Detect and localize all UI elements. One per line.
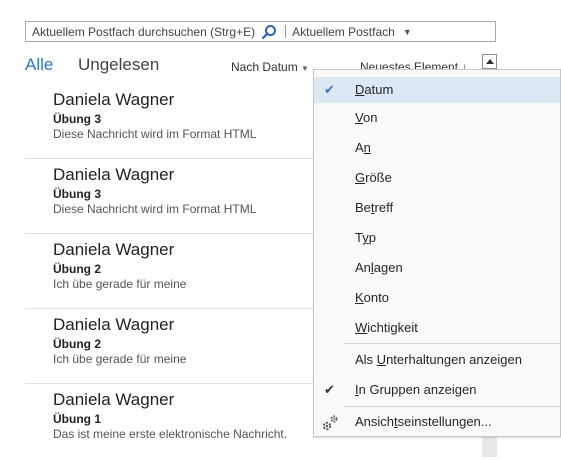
search-box[interactable]: Aktuellem Postfach durchsuchen (Strg+E) … bbox=[25, 21, 496, 42]
message-preview: Diese Nachricht wird im Format HTML bbox=[53, 127, 257, 141]
menu-separator bbox=[344, 406, 560, 407]
message-subject: Übung 1 bbox=[53, 412, 101, 426]
menu-item-betreff[interactable]: Betreff bbox=[314, 195, 560, 221]
message-sender: Daniela Wagner bbox=[53, 240, 175, 259]
menu-item-konto[interactable]: Konto bbox=[314, 285, 560, 311]
menu-item-anlagen[interactable]: Anlagen bbox=[314, 255, 560, 281]
message-preview: Diese Nachricht wird im Format HTML bbox=[53, 202, 257, 216]
message-subject: Übung 2 bbox=[53, 262, 101, 276]
menu-item-typ[interactable]: Typ bbox=[314, 225, 560, 251]
message-subject: Übung 3 bbox=[53, 112, 101, 126]
search-input[interactable]: Aktuellem Postfach durchsuchen (Strg+E) bbox=[26, 25, 255, 39]
sort-by-dropdown[interactable]: Nach Datum ▼ bbox=[231, 60, 309, 74]
message-preview: Ich übe gerade für meine bbox=[53, 352, 187, 366]
sort-menu: ✔ Datum Von An Größe Betreff Typ Anlagen… bbox=[313, 69, 561, 437]
check-icon: ✔ bbox=[324, 382, 335, 397]
menu-item-datum[interactable]: ✔ Datum bbox=[314, 77, 560, 103]
search-separator bbox=[285, 25, 287, 38]
filter-all-tab[interactable]: Alle bbox=[25, 55, 53, 75]
message-preview: Das ist meine erste elektronische Nachri… bbox=[53, 427, 288, 441]
chevron-down-icon[interactable]: ▼ bbox=[403, 27, 412, 37]
menu-item-show-as-conversations[interactable]: Als Unterhaltungen anzeigen bbox=[314, 347, 560, 373]
check-icon: ✔ bbox=[324, 82, 335, 97]
menu-item-von[interactable]: Von bbox=[314, 105, 560, 131]
search-scope-dropdown[interactable]: Aktuellem Postfach bbox=[292, 25, 395, 39]
view-settings-icon bbox=[320, 413, 340, 433]
message-sender: Daniela Wagner bbox=[53, 390, 175, 409]
message-subject: Übung 3 bbox=[53, 187, 101, 201]
message-preview: Ich übe gerade für meine bbox=[53, 277, 187, 291]
message-subject: Übung 2 bbox=[53, 337, 101, 351]
menu-item-an[interactable]: An bbox=[314, 135, 560, 161]
menu-item-wichtigkeit[interactable]: Wichtigkeit bbox=[314, 315, 560, 341]
message-sender: Daniela Wagner bbox=[53, 315, 175, 334]
filter-unread-tab[interactable]: Ungelesen bbox=[78, 55, 159, 75]
scroll-up-button[interactable] bbox=[482, 54, 497, 69]
menu-separator bbox=[344, 343, 560, 344]
message-sender: Daniela Wagner bbox=[53, 165, 175, 184]
menu-item-view-settings[interactable]: Ansichtseinstellungen... bbox=[314, 409, 560, 435]
search-icon[interactable] bbox=[261, 24, 277, 40]
menu-item-show-in-groups[interactable]: ✔ In Gruppen anzeigen bbox=[314, 377, 560, 403]
message-sender: Daniela Wagner bbox=[53, 90, 175, 109]
menu-item-groesse[interactable]: Größe bbox=[314, 165, 560, 191]
chevron-down-icon: ▼ bbox=[301, 64, 309, 73]
